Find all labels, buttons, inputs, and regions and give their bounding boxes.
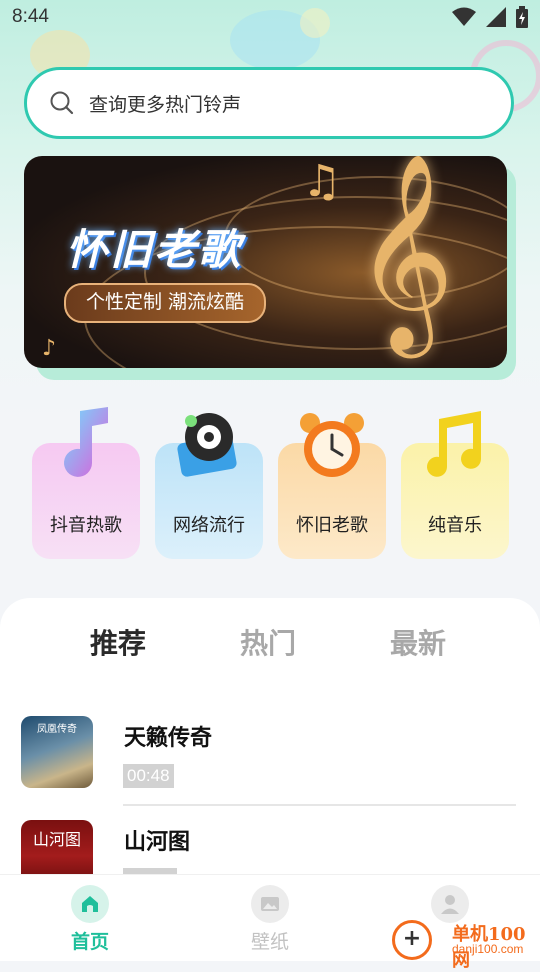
banner-title: 怀旧老歌 bbox=[66, 225, 243, 274]
music-note-3d-icon bbox=[64, 407, 108, 477]
list-tabs: 推荐 热门 最新 bbox=[0, 622, 540, 666]
battery-icon bbox=[516, 6, 528, 28]
search-placeholder: 查询更多热门铃声 bbox=[89, 93, 242, 116]
image-icon bbox=[251, 885, 289, 923]
tab-latest[interactable]: 最新 bbox=[390, 622, 446, 662]
status-time: 8:44 bbox=[12, 6, 49, 27]
watermark-url: danji100.com bbox=[452, 942, 524, 956]
promo-banner[interactable]: ♫ 𝄞 ♪ 怀旧老歌 个性定制 潮流炫酷 bbox=[24, 156, 507, 368]
song-title: 天籁传奇 bbox=[124, 726, 213, 751]
category-label: 怀旧老歌 bbox=[296, 515, 368, 536]
album-cover-text: 凤凰传奇 bbox=[37, 724, 77, 735]
search-input[interactable]: 查询更多热门铃声 bbox=[24, 67, 514, 139]
status-icons bbox=[452, 6, 528, 28]
watermark: + 单机100网 danji100.com bbox=[392, 912, 540, 971]
category-label: 纯音乐 bbox=[428, 515, 482, 536]
category-network-pop[interactable]: 网络流行 bbox=[155, 413, 263, 559]
category-label: 网络流行 bbox=[173, 515, 245, 536]
category-pure-music[interactable]: 纯音乐 bbox=[401, 411, 509, 559]
search-icon bbox=[50, 91, 74, 115]
category-grid: 抖音热歌 网络流行 怀旧老歌 纯音乐 bbox=[0, 405, 540, 565]
album-cover: 凤凰传奇 bbox=[21, 716, 93, 788]
nav-label: 壁纸 bbox=[250, 931, 289, 953]
banner-tagline: 个性定制 潮流炫酷 bbox=[64, 283, 267, 323]
tab-hot[interactable]: 热门 bbox=[240, 622, 296, 662]
treble-clef-icon: 𝄞 bbox=[354, 156, 455, 350]
category-nostalgic-songs[interactable]: 怀旧老歌 bbox=[278, 413, 386, 559]
song-title: 山河图 bbox=[124, 830, 191, 855]
album-cover-text: 山河图 bbox=[32, 830, 81, 849]
watermark-logo-icon: + bbox=[392, 920, 432, 960]
music-note-icon: ♪ bbox=[42, 336, 57, 361]
alarm-clock-icon bbox=[300, 413, 364, 477]
status-bar: 8:44 bbox=[0, 0, 540, 36]
signal-icon bbox=[486, 7, 506, 27]
divider bbox=[123, 804, 516, 806]
home-icon bbox=[71, 885, 109, 923]
nav-wallpaper[interactable]: 壁纸 bbox=[230, 885, 310, 954]
song-duration: 00:48 bbox=[123, 764, 174, 788]
category-douyin-hits[interactable]: 抖音热歌 bbox=[32, 407, 140, 559]
list-item[interactable]: 凤凰传奇 天籁传奇 00:48 bbox=[0, 716, 540, 816]
tab-recommended[interactable]: 推荐 bbox=[90, 622, 146, 662]
nav-label: 首页 bbox=[70, 931, 109, 953]
nav-home[interactable]: 首页 bbox=[50, 885, 130, 954]
double-note-icon bbox=[427, 411, 481, 477]
music-note-icon: ♫ bbox=[302, 156, 342, 207]
speaker-icon bbox=[177, 413, 237, 477]
wifi-icon bbox=[452, 7, 476, 26]
category-label: 抖音热歌 bbox=[50, 515, 122, 536]
